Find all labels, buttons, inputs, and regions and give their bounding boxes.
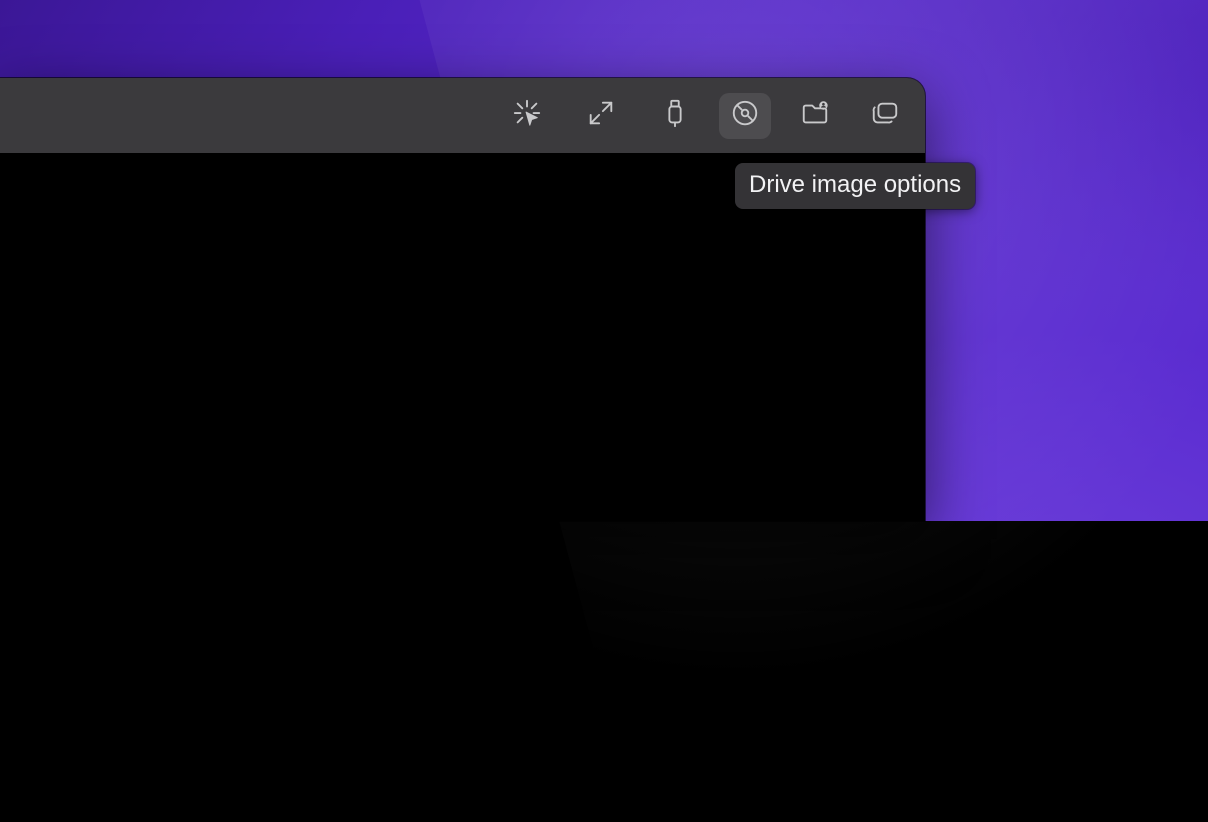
window-titlebar <box>0 78 925 153</box>
shared-folder-icon <box>800 98 830 133</box>
disc-icon <box>730 98 760 133</box>
shared-folder-button[interactable] <box>789 93 841 139</box>
drive-image-options-button[interactable] <box>719 93 771 139</box>
display-options-button[interactable] <box>859 93 911 139</box>
vm-display-viewport[interactable] <box>0 153 925 521</box>
windows-stack-icon <box>870 98 900 133</box>
expand-arrows-icon <box>586 98 616 133</box>
capture-cursor-button[interactable] <box>501 93 553 139</box>
usb-options-button[interactable] <box>649 93 701 139</box>
capture-cursor-icon <box>512 98 542 133</box>
usb-icon <box>660 98 690 133</box>
vm-window: Drive image options <box>0 78 925 521</box>
resize-button[interactable] <box>575 93 627 139</box>
